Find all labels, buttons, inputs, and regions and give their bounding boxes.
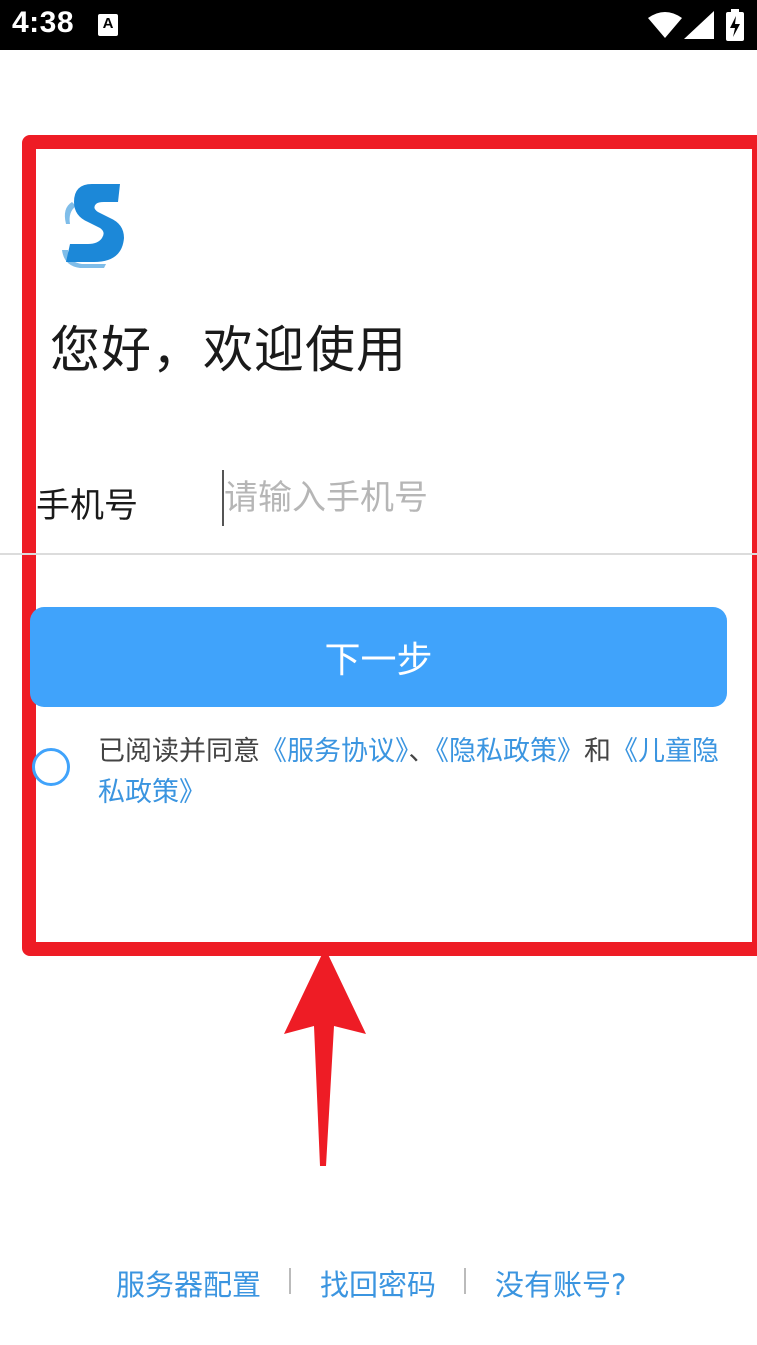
no-account-link[interactable]: 没有账号? bbox=[495, 1262, 626, 1304]
up-arrow-annotation-icon bbox=[284, 948, 366, 1166]
agreement-prefix: 已阅读并同意 bbox=[98, 736, 260, 767]
agreement-text: 已阅读并同意《服务协议》、《隐私政策》和《儿童隐私政策》 bbox=[98, 731, 738, 813]
signal-icon bbox=[684, 11, 714, 39]
highlight-annotation-box bbox=[22, 135, 757, 956]
server-config-link[interactable]: 服务器配置 bbox=[116, 1262, 261, 1304]
service-agreement-link[interactable]: 《服务协议》 bbox=[260, 736, 409, 767]
notification-icon: A bbox=[98, 14, 118, 36]
footer-divider bbox=[464, 1268, 466, 1294]
next-step-button[interactable]: 下一步 bbox=[30, 607, 727, 707]
status-time: 4:38 bbox=[12, 6, 75, 39]
battery-charging-icon bbox=[726, 9, 744, 41]
phone-label: 手机号 bbox=[36, 486, 138, 526]
agreement-checkbox[interactable] bbox=[32, 748, 70, 786]
agreement-sep-1: 、 bbox=[408, 736, 436, 767]
footer-links: 服务器配置 找回密码 没有账号? bbox=[0, 1262, 757, 1306]
agreement-sep-2: 和 bbox=[584, 736, 611, 767]
welcome-title: 您好，欢迎使用 bbox=[50, 321, 407, 379]
status-bar: 4:38 A bbox=[0, 0, 757, 50]
privacy-policy-link[interactable]: 《隐私政策》 bbox=[436, 736, 585, 767]
app-logo-icon bbox=[62, 184, 124, 268]
phone-input[interactable] bbox=[222, 470, 704, 526]
wifi-icon bbox=[648, 12, 682, 38]
input-divider bbox=[0, 553, 757, 555]
forgot-password-link[interactable]: 找回密码 bbox=[320, 1262, 436, 1304]
footer-divider bbox=[289, 1268, 291, 1294]
